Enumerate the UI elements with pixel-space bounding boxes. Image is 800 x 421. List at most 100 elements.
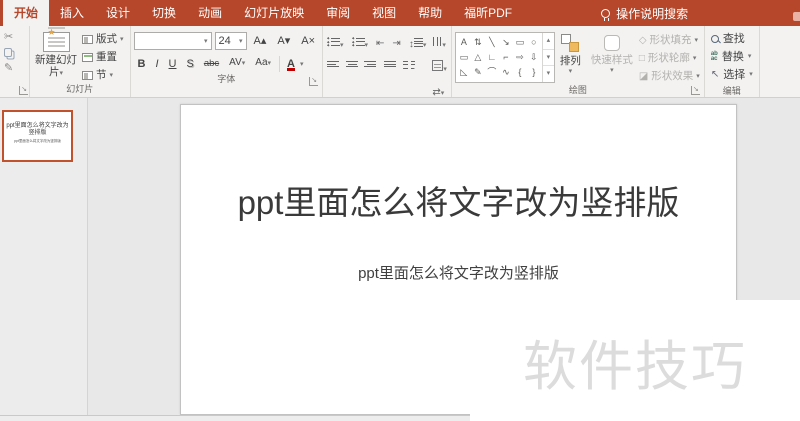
divider xyxy=(279,56,280,72)
shape-down-arrow[interactable]: ⇩ xyxy=(527,50,541,65)
tab-home[interactable]: 开始 xyxy=(3,0,49,26)
strikethrough-button[interactable]: abc xyxy=(200,55,223,73)
shape-right-brace[interactable]: } xyxy=(527,65,541,80)
tab-slideshow[interactable]: 幻灯片放映 xyxy=(233,0,315,26)
align-right-button[interactable] xyxy=(364,59,377,69)
select-button[interactable]: ↖ 选择 ▾ xyxy=(710,67,754,83)
clipboard-dialog-launcher[interactable]: ↘ xyxy=(19,86,28,95)
tab-help[interactable]: 帮助 xyxy=(407,0,453,26)
change-case-button[interactable]: Aa▾ xyxy=(251,54,275,73)
new-slide-button[interactable]: ★ 新建幻灯片▾ xyxy=(33,29,79,81)
chevron-down-icon: ▾ xyxy=(693,52,697,65)
shape-curve[interactable]: ∿ xyxy=(499,65,513,80)
section-icon xyxy=(82,71,93,80)
italic-button[interactable]: I xyxy=(151,55,162,73)
format-painter-icon[interactable]: ✎ xyxy=(3,61,14,76)
line-spacing-button[interactable]: ↕▾ xyxy=(408,33,428,53)
bullets-button[interactable]: ▾ xyxy=(326,33,345,53)
shape-right-arrow[interactable]: ⇨ xyxy=(513,50,527,65)
drawing-group-label: 绘图 ↘ xyxy=(455,84,701,97)
text-shadow-button[interactable]: S xyxy=(182,55,197,73)
decrease-font-size-button[interactable]: A▾ xyxy=(273,32,294,50)
shape-outline-icon: □ xyxy=(639,52,645,65)
tab-review[interactable]: 审阅 xyxy=(315,0,361,26)
quick-styles-button[interactable]: 快速样式 ▾ xyxy=(586,29,638,75)
tab-transitions[interactable]: 切换 xyxy=(141,0,187,26)
copy-icon[interactable] xyxy=(4,48,12,57)
text-direction-icon xyxy=(432,36,442,47)
slide-thumbnail-1[interactable]: ppt里面怎么将文字改为竖排版 ppt里面怎么将文字改为竖排版 xyxy=(2,110,73,162)
text-direction-button[interactable]: ▾ xyxy=(431,33,448,53)
clear-formatting-button[interactable]: A× xyxy=(297,32,319,50)
cut-icon[interactable]: ✂ xyxy=(3,30,14,45)
increase-indent-button[interactable]: ⇥ xyxy=(391,37,401,50)
watermark-text: 软件技巧 xyxy=(470,322,800,401)
slide-subtitle-textbox[interactable]: ppt里面怎么将文字改为竖排版 xyxy=(181,262,736,283)
align-center-button[interactable] xyxy=(345,59,358,69)
line-spacing-lines xyxy=(414,37,423,47)
bold-button[interactable]: B xyxy=(134,55,150,73)
arrange-label: 排列 xyxy=(560,55,581,67)
align-left-button[interactable] xyxy=(326,59,339,69)
shape-fill-button[interactable]: ◇形状填充▾ xyxy=(638,33,701,48)
chevron-down-icon: ▾ xyxy=(442,42,446,49)
find-button[interactable]: 查找 xyxy=(710,31,754,47)
shape-outline-button[interactable]: □形状轮廓▾ xyxy=(638,51,701,66)
shape-elbow-arrow-connector[interactable]: ⌐ xyxy=(499,50,513,65)
layout-button[interactable]: 版式 ▾ xyxy=(79,32,127,47)
font-size-combobox[interactable]: 24 ▾ xyxy=(215,32,247,50)
arrange-button[interactable]: 排列 ▾ xyxy=(555,29,586,76)
shape-arrow-line[interactable]: ↘ xyxy=(499,35,513,50)
font-group-label: 字体 ↘ xyxy=(134,73,319,88)
shape-rectangle[interactable]: ▭ xyxy=(513,35,527,50)
slide-thumbnail-panel[interactable]: ppt里面怎么将文字改为竖排版 ppt里面怎么将文字改为竖排版 xyxy=(0,98,88,421)
gallery-scroll-up-icon[interactable]: ▴ xyxy=(543,33,554,49)
justify-button[interactable] xyxy=(383,59,396,69)
gallery-scroll-down-icon[interactable]: ▾ xyxy=(543,49,554,66)
shape-line[interactable]: ╲ xyxy=(485,35,499,50)
watermark-band: 软件技巧 xyxy=(470,300,800,421)
shape-left-brace[interactable]: { xyxy=(513,65,527,80)
section-button[interactable]: 节 ▾ xyxy=(79,68,127,83)
increase-font-size-button[interactable]: A▴ xyxy=(250,32,271,50)
thumbnail-title: ppt里面怎么将文字改为竖排版 xyxy=(4,123,71,137)
chevron-down-icon: ▾ xyxy=(748,50,752,64)
paragraph-group: ▾ ▾ ⇤ ⇥ ↕▾ ▾ ▾ xyxy=(323,26,452,97)
layout-icon xyxy=(82,35,93,44)
shape-scribble[interactable]: ✎ xyxy=(471,65,485,80)
font-color-button[interactable]: A xyxy=(284,56,298,72)
font-dialog-launcher[interactable]: ↘ xyxy=(309,77,318,86)
shape-elbow-connector[interactable]: ∟ xyxy=(485,50,499,65)
tell-me-search[interactable]: 操作说明搜索 xyxy=(601,0,688,26)
gallery-more-icon[interactable]: ▾ xyxy=(543,65,554,82)
drawing-dialog-launcher[interactable]: ↘ xyxy=(691,86,700,95)
columns-button[interactable] xyxy=(402,59,415,69)
shape-rounded-rectangle[interactable]: ▭ xyxy=(457,50,471,65)
shape-freeform[interactable]: ◺ xyxy=(457,65,471,80)
numbering-button[interactable]: ▾ xyxy=(351,33,370,53)
slide-title-textbox[interactable]: ppt里面怎么将文字改为竖排版 xyxy=(233,183,685,223)
shape-oval[interactable]: ○ xyxy=(527,35,541,50)
font-name-combobox[interactable]: ▾ xyxy=(134,32,212,50)
replace-button[interactable]: abac 替换 ▾ xyxy=(710,49,754,65)
underline-button[interactable]: U xyxy=(165,55,181,73)
chevron-down-icon[interactable]: ▾ xyxy=(300,60,304,68)
reset-button[interactable]: 重置 xyxy=(79,50,127,65)
tab-view[interactable]: 视图 xyxy=(361,0,407,26)
tab-insert[interactable]: 插入 xyxy=(49,0,95,26)
shape-gallery-scrollbar: ▴ ▾ ▾ xyxy=(542,33,554,82)
character-spacing-button[interactable]: AV▾ xyxy=(225,54,249,73)
tab-foxit-pdf[interactable]: 福昕PDF xyxy=(453,0,523,26)
shape-vertical-textbox[interactable]: ⇅ xyxy=(471,35,485,50)
shape-textbox[interactable]: A xyxy=(457,35,471,50)
tab-animations[interactable]: 动画 xyxy=(187,0,233,26)
shape-triangle[interactable]: △ xyxy=(471,50,485,65)
shape-effects-icon: ◪ xyxy=(639,70,648,83)
shape-effects-button[interactable]: ◪形状效果▾ xyxy=(638,69,701,84)
tab-design[interactable]: 设计 xyxy=(95,0,141,26)
shape-arc[interactable]: ⌒ xyxy=(485,65,499,80)
slides-group-label: 幻灯片 xyxy=(33,83,127,97)
align-text-button[interactable]: ▾ xyxy=(431,57,448,77)
decrease-indent-button[interactable]: ⇤ xyxy=(375,37,385,50)
share-icon[interactable] xyxy=(793,12,800,21)
